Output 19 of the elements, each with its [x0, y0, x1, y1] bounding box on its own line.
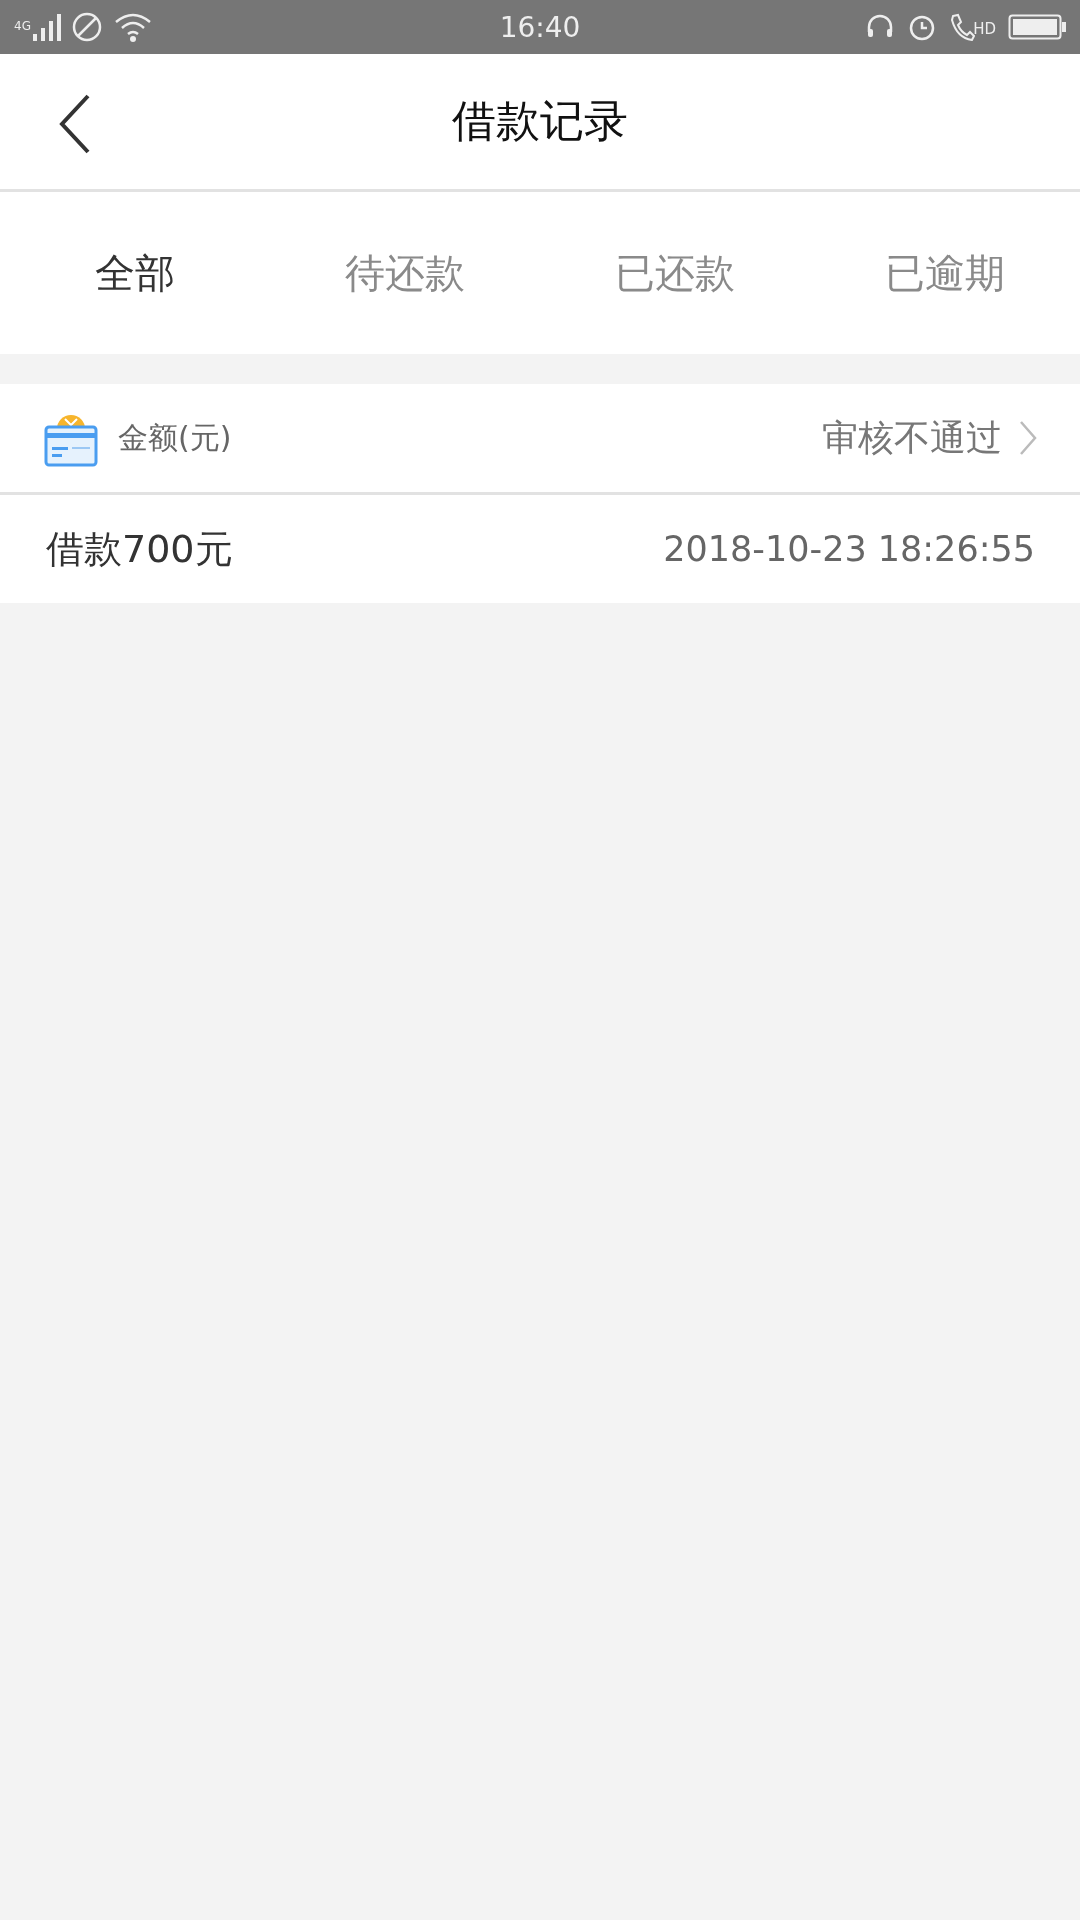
blocked-icon [70, 11, 103, 43]
hd-label: HD [973, 20, 996, 38]
tab[interactable]: 待还款 [270, 235, 540, 311]
back-icon[interactable] [58, 94, 92, 154]
phone-icon [949, 12, 976, 42]
amount-label: 金额(元) [118, 418, 233, 457]
network-label: 4G [14, 19, 31, 33]
signal-icon [30, 12, 61, 42]
record-card[interactable]: 金额(元) 审核不通过 借款700元 2018-10-23 18:26:55 [0, 384, 1080, 603]
status-time: 16:40 [499, 10, 581, 44]
battery-icon [1008, 14, 1066, 40]
tab[interactable]: 已还款 [540, 235, 810, 311]
tab[interactable]: 全部 [0, 235, 270, 311]
chevron-icon [1018, 420, 1038, 456]
tab[interactable]: 已逾期 [810, 235, 1080, 311]
record-time: 2018-10-23 18:26:55 [663, 529, 1035, 569]
record-status: 审核不通过 [822, 415, 1002, 460]
record-title: 借款700元 [46, 525, 233, 573]
page-title: 借款记录 [452, 94, 628, 148]
